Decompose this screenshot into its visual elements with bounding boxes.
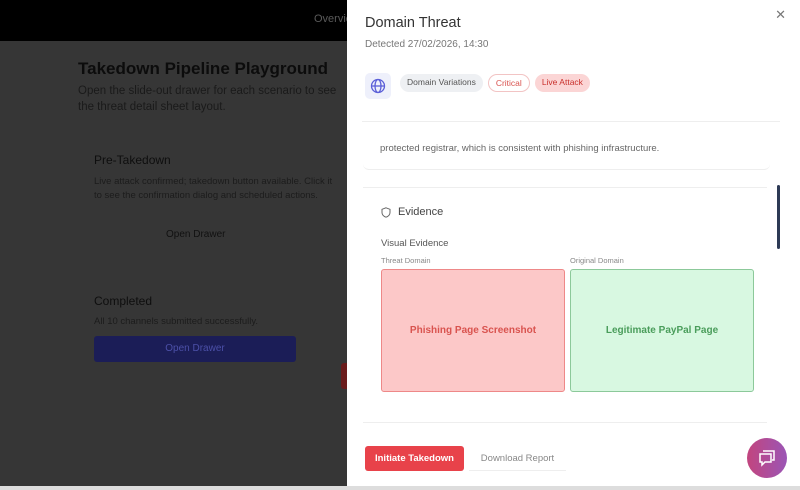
open-drawer-button[interactable]: Open Drawer xyxy=(166,229,225,240)
card-title-pre-takedown: Pre-Takedown xyxy=(94,153,171,167)
badge-row: Domain Variations Critical Live Attack xyxy=(400,74,590,92)
card-desc: All 10 channels submitted successfully. xyxy=(94,316,259,327)
evidence-title: Evidence xyxy=(398,206,444,218)
visual-evidence-label: Visual Evidence xyxy=(381,238,449,249)
evidence-section: Evidence Visual Evidence Threat Domain O… xyxy=(363,187,767,423)
page-title: Takedown Pipeline Playground xyxy=(78,59,329,78)
chat-button[interactable] xyxy=(747,438,787,478)
threat-domain-label: Threat Domain xyxy=(381,256,431,265)
chat-icon xyxy=(759,450,775,467)
card-desc: Live attack confirmed; takedown button a… xyxy=(94,176,333,201)
detected-date: Detected 27/02/2026, 14:30 xyxy=(365,39,489,50)
status-badge: Live Attack xyxy=(534,74,590,92)
original-screenshot[interactable]: Legitimate PayPal Page xyxy=(570,269,754,392)
category-badge: Domain Variations xyxy=(400,74,483,92)
initiate-takedown-button[interactable]: Initiate Takedown xyxy=(365,446,464,471)
globe-icon xyxy=(365,73,391,99)
original-domain-label: Original Domain xyxy=(570,256,624,265)
card-title-completed: Completed xyxy=(94,294,153,308)
threat-drawer: ✕ Domain Threat Detected 27/02/2026, 14:… xyxy=(347,0,800,490)
drawer-title: Domain Threat xyxy=(365,15,461,31)
threat-screenshot[interactable]: Phishing Page Screenshot xyxy=(381,269,565,392)
scrollbar[interactable] xyxy=(777,185,780,249)
severity-badge: Critical xyxy=(487,74,530,92)
close-icon[interactable]: ✕ xyxy=(775,7,786,23)
evidence-heading: Evidence xyxy=(381,206,443,218)
bottom-edge xyxy=(0,486,800,490)
page-subtitle: Open the slide-out drawer for each scena… xyxy=(78,85,337,113)
shield-icon xyxy=(381,206,391,218)
summary-card: protected registrar, which is consistent… xyxy=(363,122,770,170)
summary-text: protected registrar, which is consistent… xyxy=(380,143,660,154)
open-drawer-button[interactable]: Open Drawer xyxy=(94,336,296,362)
download-report-button[interactable]: Download Report xyxy=(469,446,566,471)
